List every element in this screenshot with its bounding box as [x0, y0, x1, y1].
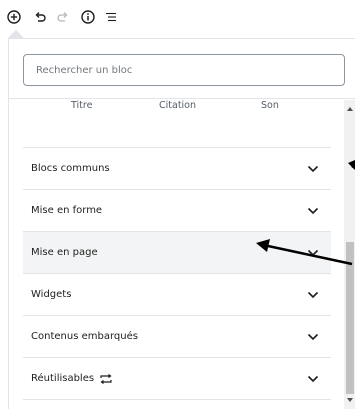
undo-icon [35, 12, 46, 22]
panel-title: Widgets [31, 289, 72, 300]
info-icon [81, 10, 95, 24]
scrollbar-thumb[interactable] [346, 242, 354, 394]
scroll-down-icon[interactable] [347, 398, 353, 402]
block-type-audio[interactable]: Son [261, 100, 279, 111]
chevron-down-icon [307, 207, 319, 214]
panel-widgets[interactable]: Widgets [23, 274, 331, 316]
undo-button[interactable] [33, 10, 47, 24]
chevron-down-icon [307, 333, 319, 340]
redo-button[interactable] [56, 10, 70, 24]
panel-title-wrap: Réutilisables [31, 373, 112, 384]
block-types-list: Titre Citation Son [23, 100, 331, 148]
redo-icon [57, 12, 68, 22]
chevron-down-icon [307, 375, 319, 382]
panel-title: Blocs communs [31, 163, 110, 174]
panel-title: Mise en forme [31, 205, 103, 216]
panel-title: Réutilisables [31, 373, 95, 384]
reusable-icon [100, 373, 112, 384]
panel-reusable[interactable]: Réutilisables [23, 358, 331, 400]
chevron-down-icon [307, 165, 319, 172]
add-block-icon [7, 10, 21, 24]
panel-common-blocks[interactable]: Blocs communs [23, 148, 331, 190]
outline-button[interactable] [104, 10, 118, 24]
chevron-down-icon [307, 291, 319, 298]
inserter-results: Titre Citation Son Blocs communs Mise en… [9, 100, 355, 409]
add-block-button[interactable] [6, 9, 22, 25]
search-input[interactable] [23, 54, 345, 86]
panel-embeds[interactable]: Contenus embarqués [23, 316, 331, 358]
results-scrollbar[interactable] [344, 100, 355, 409]
block-inserter-popover: Titre Citation Son Blocs communs Mise en… [8, 38, 355, 409]
search-area [9, 39, 355, 99]
block-type-title[interactable]: Titre [71, 100, 92, 111]
panel-title: Mise en page [31, 247, 98, 258]
panel-layout[interactable]: Mise en page [23, 232, 331, 274]
chevron-down-icon [307, 249, 319, 256]
block-type-quote[interactable]: Citation [159, 100, 196, 111]
scroll-up-icon[interactable] [347, 107, 353, 111]
info-button[interactable] [80, 9, 96, 25]
panel-formatting[interactable]: Mise en forme [23, 190, 331, 232]
editor-toolbar [0, 0, 355, 38]
outline-icon [106, 12, 116, 22]
popover-caret [8, 30, 24, 38]
panel-title: Contenus embarqués [31, 331, 138, 342]
